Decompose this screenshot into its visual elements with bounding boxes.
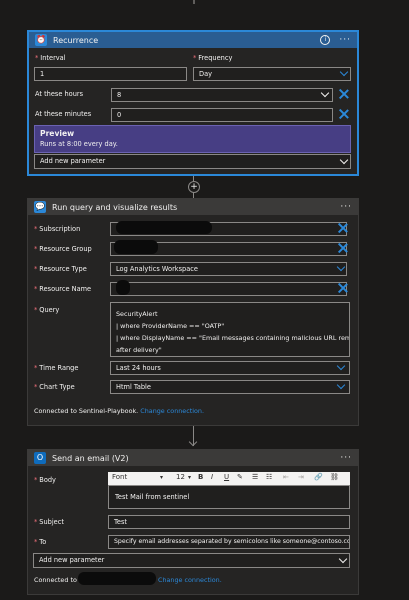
connected-text: Connected to xyxy=(34,576,77,584)
add-new-parameter-select[interactable]: Add new parameter xyxy=(33,553,350,568)
redacted-subscription xyxy=(116,221,212,234)
time-range-select[interactable]: Last 24 hours xyxy=(110,361,350,375)
resource-group-label: * Resource Group xyxy=(34,245,92,253)
font-size-select[interactable]: 12 xyxy=(176,473,185,481)
preview-box: Preview Runs at 8:00 every day. xyxy=(34,125,351,153)
body-editor[interactable]: Test Mail from sentinel xyxy=(108,485,350,509)
bold-button[interactable]: B xyxy=(198,473,203,481)
info-icon[interactable]: i xyxy=(320,35,331,45)
resource-type-select[interactable]: Log Analytics Workspace xyxy=(110,262,347,276)
recurrence-title: Recurrence xyxy=(53,35,99,45)
add-step-icon[interactable]: + xyxy=(188,181,200,193)
change-connection-link[interactable]: Change connection. xyxy=(140,407,204,415)
chevron-down-icon: ▾ xyxy=(188,474,192,481)
body-label: * Body xyxy=(34,476,56,484)
pen-icon[interactable]: ✎ xyxy=(237,473,243,481)
send-email-header[interactable]: O Send an email (V2) ··· xyxy=(28,450,358,466)
query-line: SecurityAlert xyxy=(116,310,158,318)
subject-input[interactable]: Test xyxy=(108,515,350,529)
to-label: * To xyxy=(34,538,47,546)
chart-type-select[interactable]: Html Table xyxy=(110,380,350,394)
close-icon[interactable] xyxy=(339,89,349,99)
close-icon[interactable] xyxy=(338,243,348,253)
recurrence-header[interactable]: ⏰ Recurrence i ··· xyxy=(29,32,357,48)
query-textarea[interactable]: SecurityAlert | where ProviderName == "O… xyxy=(110,302,350,357)
run-query-card[interactable]: 💬 Run query and visualize results ··· * S… xyxy=(27,198,359,426)
unlink-icon[interactable]: ⛓ xyxy=(330,473,339,481)
numbered-list-button[interactable]: ☷ xyxy=(266,473,272,481)
more-options-icon[interactable]: ··· xyxy=(340,202,352,212)
add-new-parameter-select[interactable]: Add new parameter xyxy=(34,154,351,169)
italic-button[interactable]: I xyxy=(211,473,213,481)
close-icon[interactable] xyxy=(338,283,348,293)
send-email-title: Send an email (V2) xyxy=(52,453,129,463)
chart-type-label: * Chart Type xyxy=(34,383,75,391)
recurrence-card[interactable]: ⏰ Recurrence i ··· * Interval 1 * Frequenc… xyxy=(27,30,359,176)
arrow-down-icon xyxy=(188,437,198,447)
font-family-select[interactable]: Font xyxy=(112,473,127,481)
query-label: * Query xyxy=(34,306,60,314)
more-options-icon[interactable]: ··· xyxy=(339,35,351,45)
connection-info: Connected to Sentinel-Playbook. Change c… xyxy=(34,407,204,415)
outlook-icon: O xyxy=(34,452,46,464)
query-line: | where DisplayName == "Email messages c… xyxy=(116,334,350,342)
resource-name-label: * Resource Name xyxy=(34,285,92,293)
preview-text: Runs at 8:00 every day. xyxy=(40,140,118,148)
preview-title: Preview xyxy=(40,129,75,138)
indent-button[interactable]: ⇥ xyxy=(298,473,304,481)
time-range-label: * Time Range xyxy=(34,364,79,372)
chevron-down-icon: ▾ xyxy=(160,474,164,481)
hours-select[interactable]: 8 xyxy=(111,88,333,102)
link-icon[interactable]: 🔗 xyxy=(314,473,323,481)
connected-text: Connected to Sentinel-Playbook. xyxy=(34,407,139,415)
close-icon[interactable] xyxy=(339,109,349,119)
outdent-button[interactable]: ⇤ xyxy=(283,473,289,481)
top-connector xyxy=(193,0,195,4)
minutes-label: At these minutes xyxy=(35,110,92,118)
more-options-icon[interactable]: ··· xyxy=(340,453,352,463)
subject-label: * Subject xyxy=(34,518,64,526)
run-query-title: Run query and visualize results xyxy=(52,202,178,212)
frequency-select[interactable]: Day xyxy=(193,67,351,81)
connection-info: Connected to xyxy=(34,576,77,584)
hours-label: At these hours xyxy=(35,90,84,98)
to-input[interactable]: Specify email addresses separated by sem… xyxy=(108,535,350,549)
change-connection-link[interactable]: Change connection. xyxy=(158,576,222,584)
redacted-connection-name xyxy=(78,572,156,585)
frequency-label: * Frequency xyxy=(193,54,233,62)
minutes-input[interactable]: 0 xyxy=(111,108,333,122)
redacted-resource-group xyxy=(114,240,158,254)
interval-input[interactable]: 1 xyxy=(34,67,187,81)
rich-text-toolbar: Font ▾ 12 ▾ B I U ✎ ☰ ☷ ⇤ ⇥ 🔗 ⛓ xyxy=(108,472,350,485)
interval-label: * Interval xyxy=(35,54,66,62)
send-email-card[interactable]: O Send an email (V2) ··· * Body Font ▾ 12… xyxy=(27,449,359,595)
redacted-resource-name xyxy=(116,280,130,295)
subscription-label: * Subscription xyxy=(34,225,81,233)
query-line: | where ProviderName == "OATP" xyxy=(116,322,225,330)
body-text: Test Mail from sentinel xyxy=(115,493,190,501)
alarm-clock-icon: ⏰ xyxy=(35,34,47,46)
chat-bubble-icon: 💬 xyxy=(34,201,46,213)
query-line: after delivery" xyxy=(116,346,162,354)
resource-type-label: * Resource Type xyxy=(34,265,87,273)
resource-name-select[interactable] xyxy=(110,282,347,296)
run-query-header[interactable]: 💬 Run query and visualize results ··· xyxy=(28,199,358,215)
close-icon[interactable] xyxy=(338,223,348,233)
underline-button[interactable]: U xyxy=(224,473,229,481)
bullet-list-button[interactable]: ☰ xyxy=(252,473,258,481)
